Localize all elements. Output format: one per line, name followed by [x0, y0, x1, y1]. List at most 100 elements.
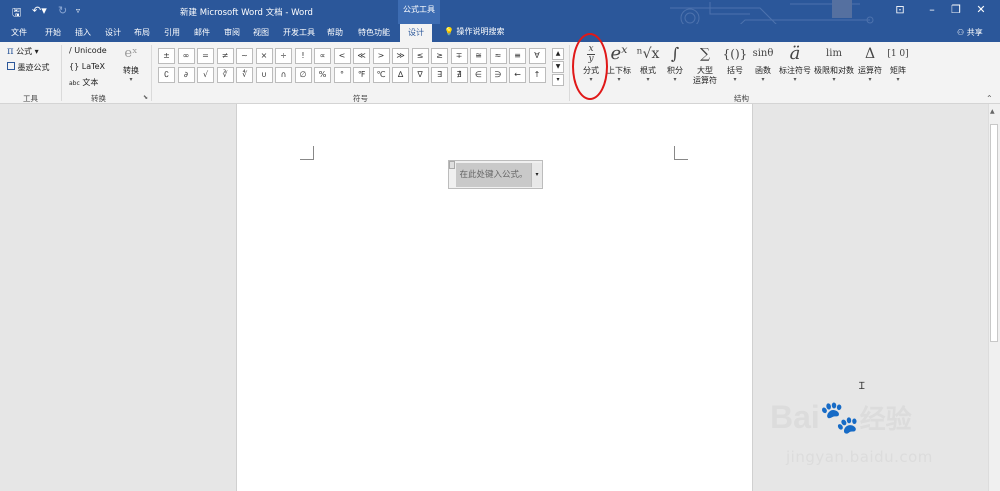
- text-option[interactable]: abc 文本: [69, 77, 98, 88]
- symbol-button[interactable]: =: [197, 48, 214, 64]
- convert-button[interactable]: eˣ 转换 ▾: [118, 42, 144, 92]
- tab-mailings[interactable]: 邮件: [194, 27, 210, 38]
- ink-equation-button[interactable]: 墨迹公式: [7, 62, 50, 73]
- symbol-button[interactable]: ÷: [275, 48, 292, 64]
- scrollbar-thumb[interactable]: [990, 124, 998, 342]
- close-icon[interactable]: ✕: [971, 3, 991, 16]
- symbol-button[interactable]: ∜: [236, 67, 253, 83]
- symbol-button[interactable]: ∀: [528, 48, 546, 64]
- symbol-button[interactable]: ∂: [177, 67, 195, 83]
- symbol-button[interactable]: ∈: [470, 67, 487, 83]
- symbol-button[interactable]: ℉: [353, 67, 370, 83]
- tab-file[interactable]: 文件: [11, 27, 27, 38]
- chevron-down-icon: ▾: [733, 76, 737, 83]
- bracket-icon: {()}: [722, 47, 748, 61]
- tab-home[interactable]: 开始: [45, 27, 61, 38]
- symbol-button[interactable]: ←: [509, 67, 526, 83]
- symbol-button[interactable]: ≪: [353, 48, 370, 64]
- scroll-up-icon[interactable]: ▲: [990, 108, 995, 115]
- equation-drag-handle[interactable]: [449, 161, 455, 169]
- symbol-button[interactable]: !: [294, 48, 312, 64]
- unicode-option[interactable]: / Unicode: [69, 46, 107, 55]
- convert-group-label: 转换: [91, 94, 106, 103]
- symbol-button[interactable]: √: [197, 67, 214, 83]
- tab-references[interactable]: 引用: [164, 27, 180, 38]
- collapse-ribbon-icon[interactable]: ⌃: [986, 94, 993, 103]
- symbol-button[interactable]: ∇: [411, 67, 429, 83]
- radical-button[interactable]: ⁿ√x 根式 ▾: [634, 42, 662, 92]
- gallery-scroll-up-icon[interactable]: ▲: [552, 48, 564, 60]
- symbol-button[interactable]: ∁: [158, 67, 175, 83]
- gallery-more-icon[interactable]: ▾: [552, 74, 564, 86]
- share-button[interactable]: ⚇ 共享: [957, 27, 983, 38]
- minimize-icon[interactable]: –: [922, 3, 942, 16]
- account-avatar[interactable]: [832, 0, 852, 18]
- integral-button[interactable]: ∫ 积分 ▾: [662, 42, 688, 92]
- redo-icon[interactable]: ↻: [58, 4, 67, 17]
- tab-view[interactable]: 视图: [253, 27, 269, 38]
- dialog-launcher-icon[interactable]: ⬊: [143, 94, 148, 101]
- latex-option[interactable]: {} LaTeX: [69, 62, 105, 71]
- tab-equation-design[interactable]: 设计: [400, 24, 432, 42]
- chevron-down-icon: ▾: [761, 76, 765, 83]
- matrix-button[interactable]: [1 0] 矩阵 ▾: [885, 42, 911, 92]
- integral-icon: ∫: [670, 44, 680, 63]
- symbol-button[interactable]: >: [372, 48, 390, 64]
- tell-me-search[interactable]: 💡 操作说明搜索: [444, 26, 505, 37]
- undo-icon[interactable]: ↶▾: [32, 4, 47, 17]
- symbol-button[interactable]: ≥: [431, 48, 448, 64]
- symbol-button[interactable]: ≡: [509, 48, 526, 64]
- large-operator-button[interactable]: ∑ 大型 运算符: [688, 42, 722, 92]
- symbol-button[interactable]: ∋: [489, 67, 507, 83]
- symbol-button[interactable]: ∪: [255, 67, 273, 83]
- symbol-button[interactable]: ±: [158, 48, 175, 64]
- symbol-button[interactable]: ↑: [528, 67, 546, 83]
- symbol-button[interactable]: ×: [255, 48, 273, 64]
- symbol-button[interactable]: ≤: [411, 48, 429, 64]
- equation-button[interactable]: π 公式 ▾: [7, 46, 39, 57]
- symbol-button[interactable]: ~: [236, 48, 253, 64]
- symbol-button[interactable]: ∃: [431, 67, 448, 83]
- symbol-button[interactable]: ∝: [314, 48, 331, 64]
- equation-input[interactable]: 在此处键入公式。: [456, 163, 531, 187]
- symbol-button[interactable]: ∩: [275, 67, 292, 83]
- ink-equation-icon: [7, 62, 15, 70]
- save-icon[interactable]: 🖫: [12, 4, 21, 23]
- symbol-button[interactable]: %: [314, 67, 331, 83]
- tab-developer[interactable]: 开发工具: [283, 27, 315, 38]
- gallery-scroll-down-icon[interactable]: ▼: [552, 61, 564, 73]
- tab-special-features[interactable]: 特色功能: [358, 27, 390, 38]
- symbol-button[interactable]: <: [333, 48, 351, 64]
- chevron-down-icon: ▾: [673, 76, 677, 83]
- symbol-button[interactable]: °: [333, 67, 351, 83]
- ribbon-display-options-icon[interactable]: ⊡: [890, 3, 910, 16]
- symbol-button[interactable]: ∓: [450, 48, 468, 64]
- restore-icon[interactable]: ❐: [946, 3, 966, 16]
- symbol-button[interactable]: ∅: [294, 67, 312, 83]
- symbol-button[interactable]: ℃: [372, 67, 390, 83]
- bracket-button[interactable]: {()} 括号 ▾: [722, 42, 748, 92]
- script-button[interactable]: eˣ 上下标 ▾: [605, 42, 633, 92]
- pi-icon: π: [7, 46, 14, 57]
- operator-button[interactable]: Δ 运算符 ▾: [855, 42, 885, 92]
- symbol-button[interactable]: ∛: [216, 67, 234, 83]
- tab-review[interactable]: 审阅: [224, 27, 240, 38]
- symbol-button[interactable]: ∞: [177, 48, 195, 64]
- tab-design[interactable]: 设计: [105, 27, 121, 38]
- equation-options-chevron-icon[interactable]: ▾: [531, 163, 542, 187]
- limit-log-button[interactable]: lim 极限和对数 ▾: [813, 42, 855, 92]
- tab-help[interactable]: 帮助: [327, 27, 343, 38]
- symbol-button[interactable]: ≅: [470, 48, 487, 64]
- symbol-button[interactable]: ≫: [392, 48, 409, 64]
- customize-quick-access-icon[interactable]: ▿: [76, 6, 80, 15]
- convert-icon: eˣ: [124, 46, 138, 61]
- paw-icon: 🐾: [819, 399, 860, 435]
- symbol-button[interactable]: ∄: [450, 67, 468, 83]
- tab-layout[interactable]: 布局: [134, 27, 150, 38]
- symbol-button[interactable]: ≈: [489, 48, 507, 64]
- accent-button[interactable]: ä 标注符号 ▾: [777, 42, 813, 92]
- tab-insert[interactable]: 插入: [75, 27, 91, 38]
- symbol-button[interactable]: ≠: [216, 48, 234, 64]
- function-button[interactable]: sinθ 函数 ▾: [749, 42, 777, 92]
- symbol-button[interactable]: ∆: [392, 67, 409, 83]
